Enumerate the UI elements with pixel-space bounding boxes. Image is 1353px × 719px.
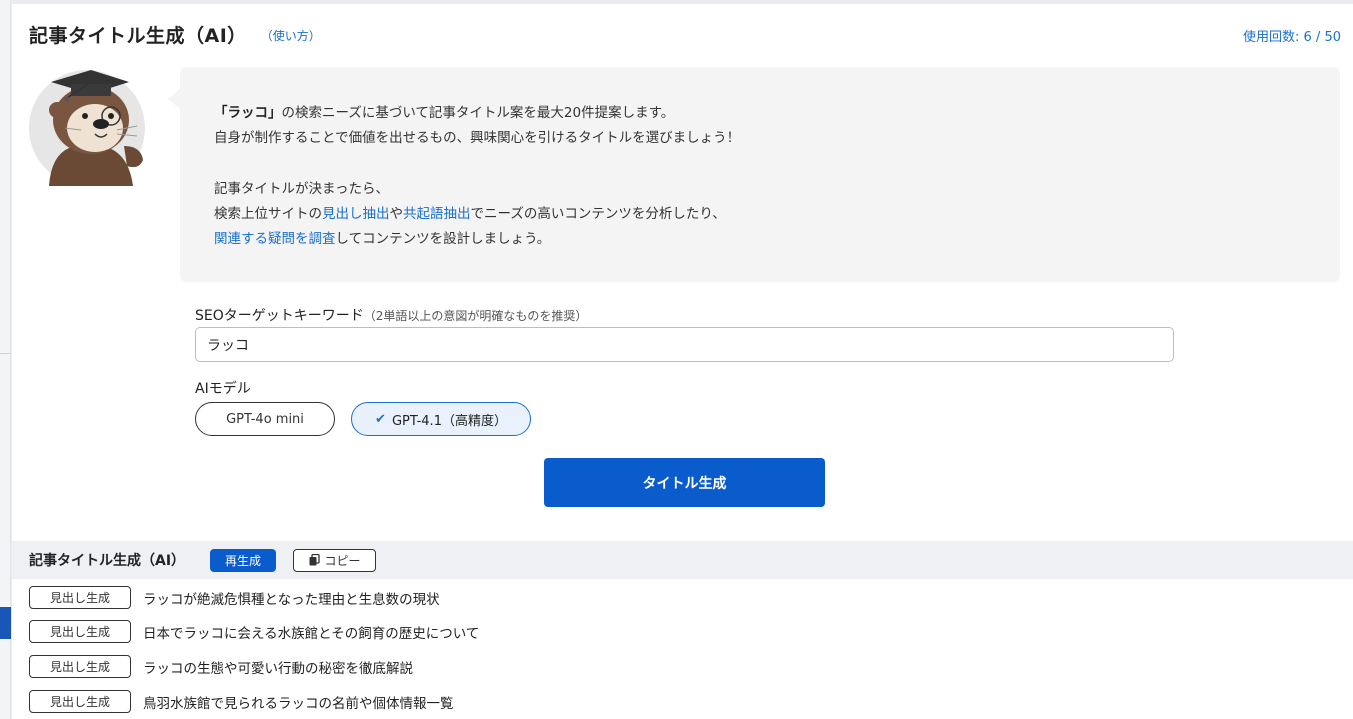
info-keyword: 「ラッコ」 <box>214 105 282 121</box>
info-line-1-rest: の検索ニーズに基づいて記事タイトル案を最大20件提案します。 <box>281 105 675 121</box>
related-questions-link[interactable]: 関連する疑問を調査 <box>214 231 336 247</box>
keyword-label-text: SEOターゲットキーワード <box>195 308 364 324</box>
title-generator-panel: 記事タイトル生成（AI） （使い方） 使用回数: 6 / 50 「ラッコ」の検索… <box>12 4 1353 719</box>
regenerate-button[interactable]: 再生成 <box>210 548 277 572</box>
result-row: 見出し生成 ラッコが絶滅危惧種となった理由と生息数の現状 <box>29 586 440 609</box>
info-text: 「ラッコ」の検索ニーズに基づいて記事タイトル案を最大20件提案します。 自身が制… <box>214 101 740 253</box>
info-line-2: 自身が制作することで価値を出せるもの、興味関心を引けるタイトルを選びましょう！ <box>214 130 741 147</box>
keyword-label: SEOターゲットキーワード（2単語以上の意図が明確なものを推奨） <box>195 305 587 325</box>
result-row: 見出し生成 日本でラッコに会える水族館とその飼育の歴史について <box>29 620 479 643</box>
cooccurrence-extract-link[interactable]: 共起語抽出 <box>403 206 471 222</box>
copy-icon <box>309 554 320 566</box>
info-line-4-post: でニーズの高いコンテンツを分析したり、 <box>470 206 726 223</box>
copy-button[interactable]: コピー <box>293 548 377 572</box>
otter-mascot-icon <box>29 68 149 188</box>
info-line-5-post: してコンテンツを設計しましょう。 <box>335 231 551 248</box>
keyword-input[interactable] <box>195 327 1174 362</box>
sidebar-divider <box>0 353 11 354</box>
heading-extract-link[interactable]: 見出し抽出 <box>322 206 390 222</box>
page-title: 記事タイトル生成（AI） <box>29 24 247 47</box>
info-line-5: 関連する疑問を調査してコンテンツを設計しましょう。 <box>214 227 740 252</box>
info-box: 「ラッコ」の検索ニーズに基づいて記事タイトル案を最大20件提案します。 自身が制… <box>168 67 1340 282</box>
model-option-gpt-4-1[interactable]: ✔ GPT-4.1（高精度） <box>351 402 531 436</box>
model-label: AIモデル <box>195 381 251 397</box>
results-title: 記事タイトル生成（AI） <box>29 553 186 569</box>
result-row: 見出し生成 ラッコの生態や可愛い行動の秘密を徹底解説 <box>29 655 413 678</box>
result-title: 鳥羽水族館で見られるラッコの名前や個体情報一覧 <box>143 695 454 712</box>
panel-header: 記事タイトル生成（AI） （使い方） 使用回数: 6 / 50 <box>29 20 1341 48</box>
background-sidebar-edge <box>0 0 11 719</box>
copy-button-label: コピー <box>324 553 361 568</box>
generate-heading-button[interactable]: 見出し生成 <box>29 586 131 609</box>
howto-link[interactable]: （使い方） <box>261 27 321 44</box>
generate-heading-button[interactable]: 見出し生成 <box>29 620 131 643</box>
generate-title-button[interactable]: タイトル生成 <box>544 458 825 507</box>
info-line-1: 「ラッコ」の検索ニーズに基づいて記事タイトル案を最大20件提案します。 <box>214 101 740 126</box>
model-option-gpt-4-1-label: GPT-4.1（高精度） <box>391 413 507 429</box>
result-title: ラッコの生態や可愛い行動の秘密を徹底解説 <box>143 660 413 677</box>
check-icon: ✔ <box>375 411 386 427</box>
results-toolbar: 記事タイトル生成（AI） 再生成 コピー <box>12 541 1353 579</box>
info-line-4-pre: 検索上位サイトの <box>214 206 322 223</box>
keyword-hint: （2単語以上の意図が明確なものを推奨） <box>363 309 588 323</box>
result-row: 見出し生成 鳥羽水族館で見られるラッコの名前や個体情報一覧 <box>29 690 454 713</box>
result-title: ラッコが絶滅危惧種となった理由と生息数の現状 <box>143 591 440 608</box>
info-line-4-mid: や <box>389 206 404 223</box>
info-line-3: 記事タイトルが決まったら、 <box>214 180 389 197</box>
model-option-gpt-4o-mini[interactable]: GPT-4o mini <box>195 402 335 436</box>
info-spacer <box>214 152 740 177</box>
usage-count: 使用回数: 6 / 50 <box>1243 29 1341 45</box>
generate-heading-button[interactable]: 見出し生成 <box>29 655 131 678</box>
sidebar-active-marker <box>0 607 11 639</box>
generate-heading-button[interactable]: 見出し生成 <box>29 690 131 713</box>
info-line-4: 検索上位サイトの見出し抽出や共起語抽出でニーズの高いコンテンツを分析したり、 <box>214 202 740 227</box>
result-title: 日本でラッコに会える水族館とその飼育の歴史について <box>143 625 480 642</box>
